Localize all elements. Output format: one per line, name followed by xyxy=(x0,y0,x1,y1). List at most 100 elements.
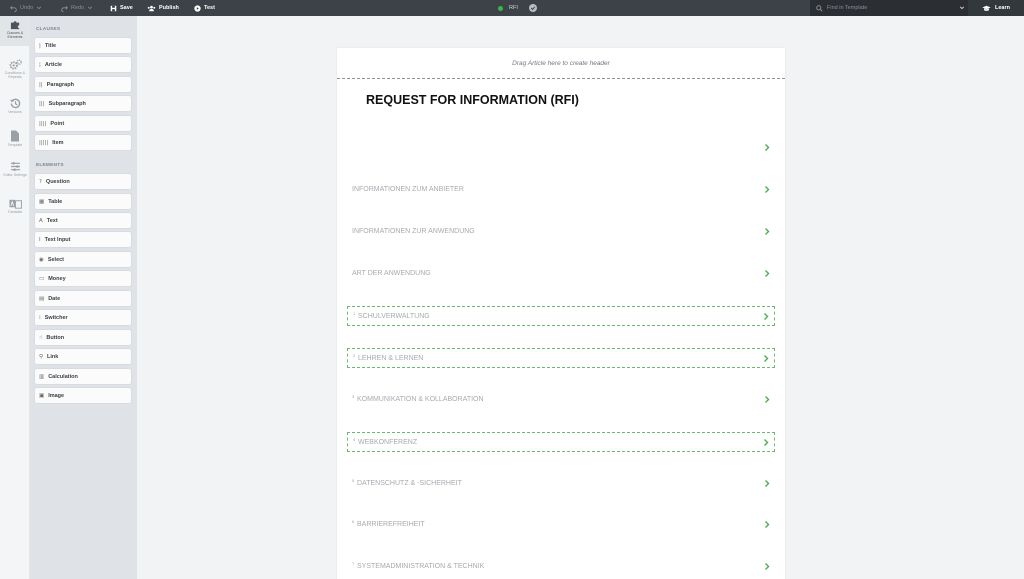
chevron-right-icon[interactable] xyxy=(763,395,771,404)
rail-item-clauses-elements[interactable]: Clauses & Elements xyxy=(0,16,30,46)
article-title: ART DER ANWENDUNG xyxy=(352,270,431,277)
select-icon: ◉ xyxy=(39,256,44,263)
chevron-right-icon[interactable] xyxy=(762,312,770,321)
chevron-right-icon[interactable] xyxy=(763,269,771,278)
rail-label: Versions xyxy=(8,110,22,114)
table-icon: ▦ xyxy=(39,198,45,205)
palette-item-switcher[interactable]: ⁞ Switcher xyxy=(35,310,131,325)
palette-item-button[interactable]: ☝ Button xyxy=(35,330,131,345)
image-icon: ▣ xyxy=(39,392,45,399)
point-clause-icon: |||| xyxy=(39,120,47,127)
chevron-right-icon[interactable] xyxy=(763,185,771,194)
undo-label: Undo xyxy=(20,5,34,11)
status-indicator xyxy=(498,5,503,11)
rail-item-versions[interactable]: Versions xyxy=(0,95,30,125)
palette-item-calculation[interactable]: ▥ Calculation xyxy=(35,369,131,384)
learn-button[interactable]: Learn xyxy=(968,0,1024,16)
title-clause-icon: | xyxy=(39,42,41,49)
history-icon xyxy=(9,98,20,109)
save-button[interactable]: Save xyxy=(110,0,133,16)
article-row[interactable]: 4 WEBKONFERENZ xyxy=(347,432,775,452)
rail-item-conditions-repeats[interactable]: Conditions & Repeats xyxy=(0,56,30,86)
elements-heading: ELEMENTS xyxy=(36,163,64,168)
chevron-down-icon xyxy=(37,6,42,10)
paragraph-clause-icon: || xyxy=(39,81,43,88)
palette-item-question[interactable]: ? Question xyxy=(35,174,131,189)
article-row[interactable] xyxy=(347,138,775,158)
play-icon xyxy=(194,4,201,12)
article-title: SCHULVERWALTUNG xyxy=(358,313,430,320)
chevron-down-icon[interactable] xyxy=(959,5,965,11)
palette-item-item[interactable]: ||||| Item xyxy=(35,135,131,150)
palette-item-image[interactable]: ▣ Image xyxy=(35,388,131,403)
article-number: 4 xyxy=(353,437,356,442)
palette-item-select[interactable]: ◉ Select xyxy=(35,252,131,267)
puzzle-icon xyxy=(10,21,19,30)
chevron-down-icon xyxy=(88,6,93,10)
article-row[interactable]: 6 BARRIEREFREIHEIT xyxy=(347,515,775,535)
document-name: RFI xyxy=(509,5,518,11)
search-input[interactable] xyxy=(827,5,947,11)
palette-item-label: Question xyxy=(45,178,70,185)
palette-item-date[interactable]: ▤ Date xyxy=(35,291,131,306)
article-row[interactable]: ART DER ANWENDUNG xyxy=(347,264,775,284)
palette-item-paragraph[interactable]: || Paragraph xyxy=(35,77,131,92)
save-label: Save xyxy=(120,5,133,11)
pointer-icon: ☝ xyxy=(39,334,43,341)
calendar-icon: ▤ xyxy=(39,295,45,302)
palette-item-article[interactable]: ¦ Article xyxy=(35,57,131,72)
file-icon xyxy=(11,130,19,142)
palette-item-table[interactable]: ▦ Table xyxy=(35,194,131,209)
check-icon[interactable] xyxy=(529,4,537,12)
chevron-right-icon[interactable] xyxy=(762,438,770,447)
palette-item-text-input[interactable]: I Text Input xyxy=(35,232,131,247)
palette-item-point[interactable]: |||| Point xyxy=(35,116,131,131)
palette-item-label: Paragraph xyxy=(46,81,74,88)
article-title: SYSTEMADMINISTRATION & TECHNIK xyxy=(357,563,485,570)
chevron-right-icon[interactable] xyxy=(763,143,771,152)
palette-item-text[interactable]: A Text xyxy=(35,213,131,228)
chevron-right-icon[interactable] xyxy=(763,562,771,571)
article-row[interactable]: INFORMATIONEN ZUM ANBIETER xyxy=(347,180,775,200)
article-row[interactable]: INFORMATIONEN ZUR ANWENDUNG xyxy=(347,222,775,242)
redo-icon xyxy=(61,5,68,12)
palette-item-link[interactable]: ⚲ Link xyxy=(35,349,131,364)
rail-item-template[interactable]: Template xyxy=(0,127,30,157)
header-drop-zone[interactable]: Drag Article here to create header xyxy=(337,48,785,79)
publish-button[interactable]: Publish xyxy=(147,0,179,16)
palette-item-subparagraph[interactable]: ||| Subparagraph xyxy=(35,96,131,111)
rail-item-editor-settings[interactable]: Editor Settings xyxy=(0,158,30,188)
palette-item-label: Link xyxy=(47,353,59,360)
article-number: 2 xyxy=(353,353,356,358)
palette-item-label: Table xyxy=(48,198,63,205)
chevron-right-icon[interactable] xyxy=(763,227,771,236)
palette-item-label: Select xyxy=(47,256,65,263)
chevron-right-icon[interactable] xyxy=(762,354,770,363)
money-icon: ▭ xyxy=(39,275,45,282)
rail-label: Clauses & Elements xyxy=(6,31,24,39)
article-title: KOMMUNIKATION & KOLLABORATION xyxy=(357,396,484,403)
test-label: Test xyxy=(204,5,215,11)
article-title: INFORMATIONEN ZUR ANWENDUNG xyxy=(352,228,475,235)
top-toolbar: Undo Redo Save Publish Test RFI Learn xyxy=(0,0,1024,16)
chevron-right-icon[interactable] xyxy=(763,520,771,529)
test-button[interactable]: Test xyxy=(194,0,215,16)
article-row[interactable]: 1 SCHULVERWALTUNG xyxy=(347,306,775,326)
chevron-right-icon[interactable] xyxy=(763,479,771,488)
undo-button[interactable]: Undo xyxy=(10,0,42,16)
article-row[interactable]: 2 LEHREN & LERNEN xyxy=(347,348,775,368)
palette-item-money[interactable]: ▭ Money xyxy=(35,271,131,286)
article-row[interactable]: 7 SYSTEMADMINISTRATION & TECHNIK xyxy=(347,557,775,577)
article-number: 6 xyxy=(352,519,355,524)
switcher-icon: ⁞ xyxy=(39,314,41,321)
palette-item-label: Title xyxy=(44,42,57,49)
palette-item-title[interactable]: | Title xyxy=(35,38,131,53)
article-row[interactable]: 5 DATENSCHUTZ & -SICHERHEIT xyxy=(347,474,775,494)
rail-item-translate[interactable]: Translate xyxy=(0,196,30,226)
article-row[interactable]: 3 KOMMUNIKATION & KOLLABORATION xyxy=(347,390,775,410)
redo-button[interactable]: Redo xyxy=(61,0,93,16)
document-title[interactable]: REQUEST FOR INFORMATION (RFI) xyxy=(366,93,579,107)
translate-icon xyxy=(8,199,22,209)
palette-item-label: Switcher xyxy=(44,314,68,321)
users-icon xyxy=(147,5,156,11)
